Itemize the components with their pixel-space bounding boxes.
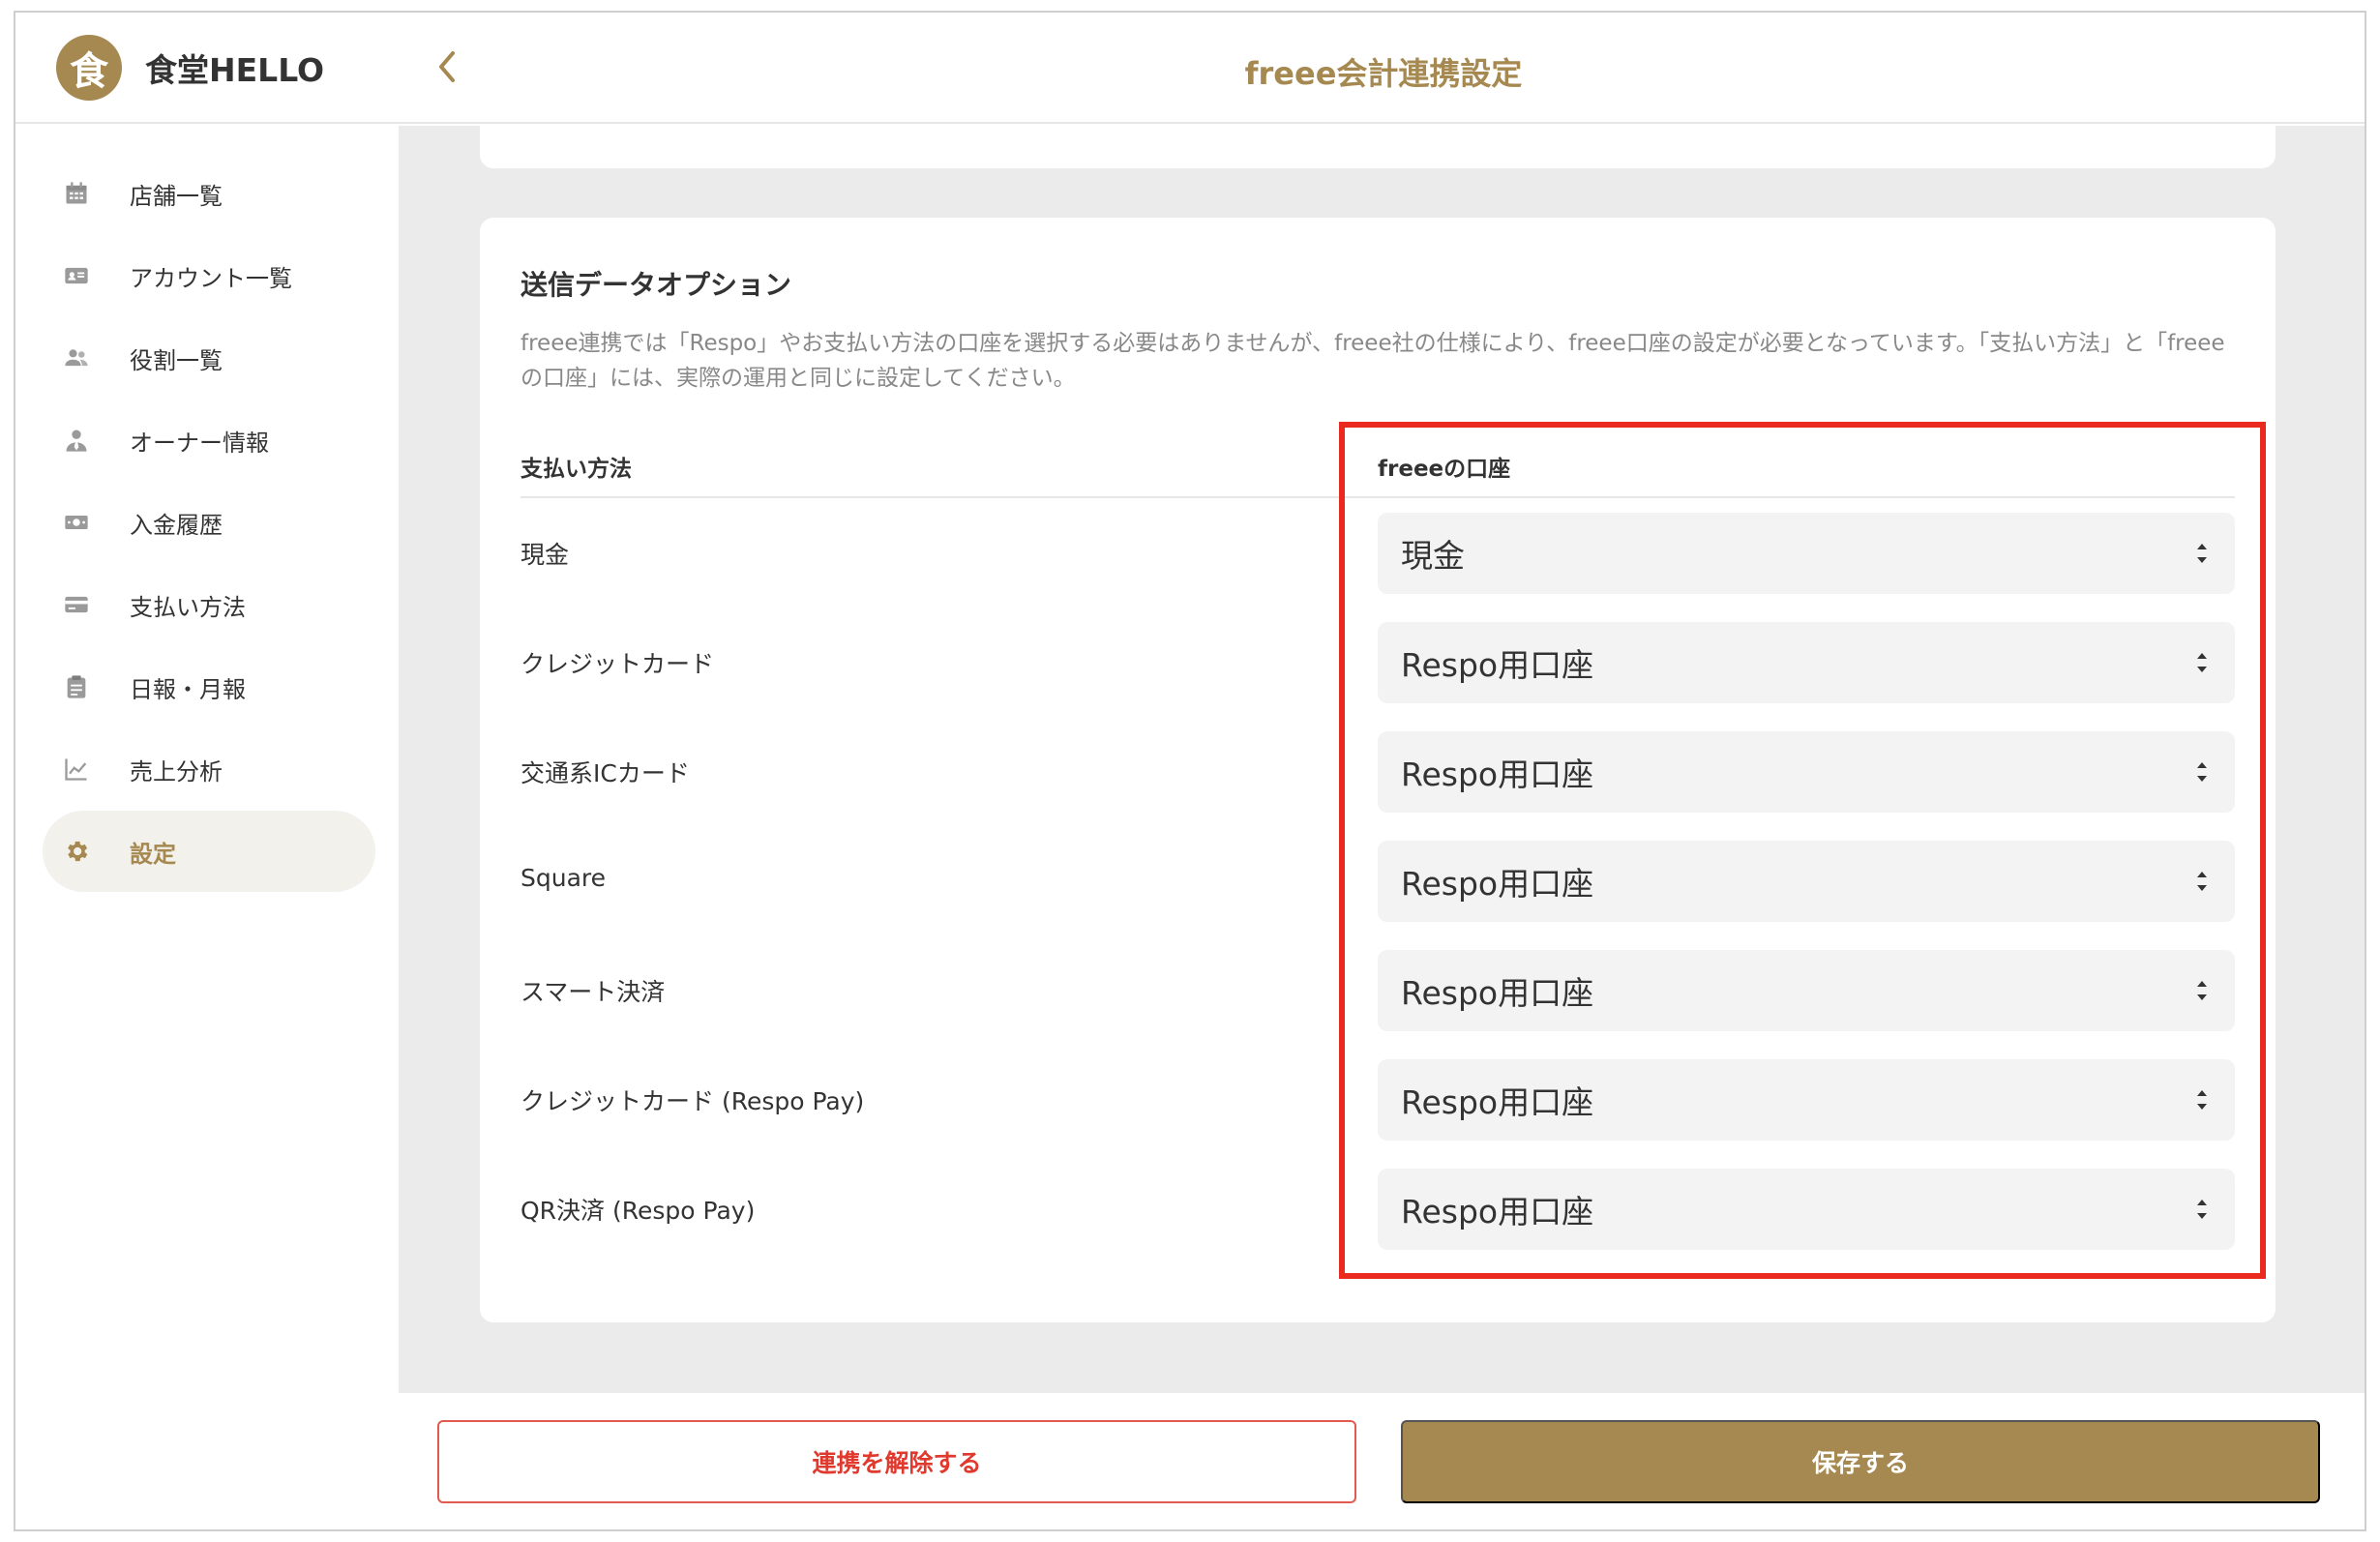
sidebar-item-label: 設定 xyxy=(130,840,176,868)
sidebar-item-reports[interactable]: 日報・月報 xyxy=(43,646,375,727)
sidebar-nav: 店舗一覧 アカウント一覧 役割一覧 オーナー情報 入金履歴 支払い方法 日報・月… xyxy=(43,153,375,893)
payment-method-label: QR決済 (Respo Pay) xyxy=(521,1197,756,1225)
mapping-row: Square Respo用口座 xyxy=(480,841,2276,950)
person-tie-icon xyxy=(62,426,91,455)
header-divider xyxy=(521,496,2235,498)
sidebar-item-payment-methods[interactable]: 支払い方法 xyxy=(43,564,375,645)
column-header-payment-method: 支払い方法 xyxy=(521,457,632,482)
payment-method-label: クレジットカード xyxy=(521,650,715,678)
id-card-icon xyxy=(62,261,91,290)
select-value: Respo用口座 xyxy=(1401,646,1594,684)
sidebar-item-label: オーナー情報 xyxy=(130,429,269,457)
app-window: 食 食堂HELLO 店舗一覧 アカウント一覧 役割一覧 オーナー情報 入金履歴 … xyxy=(14,11,2366,1531)
payment-method-label: 現金 xyxy=(521,541,570,569)
select-value: Respo用口座 xyxy=(1401,756,1594,793)
select-caret-icon xyxy=(2197,981,2207,1000)
sidebar-item-label: 役割一覧 xyxy=(130,346,223,374)
freee-account-select[interactable]: 現金 xyxy=(1378,513,2235,594)
freee-account-select[interactable]: Respo用口座 xyxy=(1378,841,2235,922)
select-caret-icon xyxy=(2197,1090,2207,1110)
action-footer: 連携を解除する 保存する xyxy=(399,1393,2365,1529)
mapping-row: 現金 現金 xyxy=(480,513,2276,622)
select-caret-icon xyxy=(2197,1200,2207,1219)
main-content[interactable]: 送信データオプション freee連携では「Respo」やお支払い方法の口座を選択… xyxy=(399,126,2365,1393)
payment-method-label: Square xyxy=(521,864,607,892)
freee-account-select[interactable]: Respo用口座 xyxy=(1378,950,2235,1031)
section-title: 送信データオプション xyxy=(521,269,792,301)
unlink-button[interactable]: 連携を解除する xyxy=(437,1420,1356,1503)
credit-card-icon xyxy=(62,590,91,619)
select-caret-icon xyxy=(2197,762,2207,782)
sidebar-item-sales-analysis[interactable]: 売上分析 xyxy=(43,728,375,810)
money-icon xyxy=(62,508,91,537)
payment-method-label: クレジットカード (Respo Pay) xyxy=(521,1087,865,1115)
select-caret-icon xyxy=(2197,872,2207,891)
sidebar-item-label: 日報・月報 xyxy=(130,675,246,703)
clipboard-icon xyxy=(62,672,91,701)
sidebar-item-stores[interactable]: 店舗一覧 xyxy=(43,153,375,234)
previous-card xyxy=(480,126,2276,168)
sidebar-item-roles[interactable]: 役割一覧 xyxy=(43,317,375,399)
select-value: Respo用口座 xyxy=(1401,974,1594,1012)
send-data-options-card: 送信データオプション freee連携では「Respo」やお支払い方法の口座を選択… xyxy=(480,218,2276,1322)
sidebar-item-owner[interactable]: オーナー情報 xyxy=(43,400,375,481)
brand: 食 食堂HELLO xyxy=(15,13,399,124)
mapping-row: クレジットカード (Respo Pay) Respo用口座 xyxy=(480,1059,2276,1169)
sidebar-item-label: 店舗一覧 xyxy=(130,182,223,210)
select-value: Respo用口座 xyxy=(1401,1193,1594,1231)
payment-method-label: 交通系ICカード xyxy=(521,759,690,787)
sidebar: 食 食堂HELLO 店舗一覧 アカウント一覧 役割一覧 オーナー情報 入金履歴 … xyxy=(15,13,399,1529)
column-header-freee-account: freeeの口座 xyxy=(1378,457,1511,482)
freee-account-select[interactable]: Respo用口座 xyxy=(1378,622,2235,703)
calendar-icon xyxy=(62,179,91,208)
gear-icon xyxy=(62,837,91,866)
select-value: Respo用口座 xyxy=(1401,865,1594,903)
select-value: 現金 xyxy=(1401,537,1465,575)
sidebar-item-label: 売上分析 xyxy=(130,757,223,786)
sidebar-item-settings[interactable]: 設定 xyxy=(43,811,375,892)
mapping-row: クレジットカード Respo用口座 xyxy=(480,622,2276,731)
section-description: freee連携では「Respo」やお支払い方法の口座を選択する必要はありませんが… xyxy=(521,331,2225,391)
sidebar-item-label: 支払い方法 xyxy=(130,593,246,621)
select-caret-icon xyxy=(2197,544,2207,563)
people-icon xyxy=(62,343,91,372)
mapping-row: QR決済 (Respo Pay) Respo用口座 xyxy=(480,1169,2276,1278)
page-header: freee会計連携設定 xyxy=(399,13,2365,124)
sidebar-item-accounts[interactable]: アカウント一覧 xyxy=(43,235,375,316)
freee-account-select[interactable]: Respo用口座 xyxy=(1378,1169,2235,1250)
freee-account-select[interactable]: Respo用口座 xyxy=(1378,731,2235,813)
payment-method-label: スマート決済 xyxy=(521,978,666,1006)
sidebar-item-label: 入金履歴 xyxy=(130,511,223,539)
sidebar-item-label: アカウント一覧 xyxy=(130,264,292,292)
page-title: freee会計連携設定 xyxy=(1244,55,1523,92)
brand-logo: 食 xyxy=(56,34,122,101)
freee-account-select[interactable]: Respo用口座 xyxy=(1378,1059,2235,1141)
mapping-row: 交通系ICカード Respo用口座 xyxy=(480,731,2276,841)
sidebar-item-deposits[interactable]: 入金履歴 xyxy=(43,482,375,563)
save-button[interactable]: 保存する xyxy=(1401,1420,2320,1503)
mapping-row: スマート決済 Respo用口座 xyxy=(480,950,2276,1059)
select-value: Respo用口座 xyxy=(1401,1083,1594,1121)
brand-name: 食堂HELLO xyxy=(145,50,325,89)
mapping-rows: 現金 現金 クレジットカード Respo用口座 交通系ICカード Respo用口… xyxy=(480,513,2276,1278)
select-caret-icon xyxy=(2197,653,2207,672)
chart-line-icon xyxy=(62,755,91,784)
